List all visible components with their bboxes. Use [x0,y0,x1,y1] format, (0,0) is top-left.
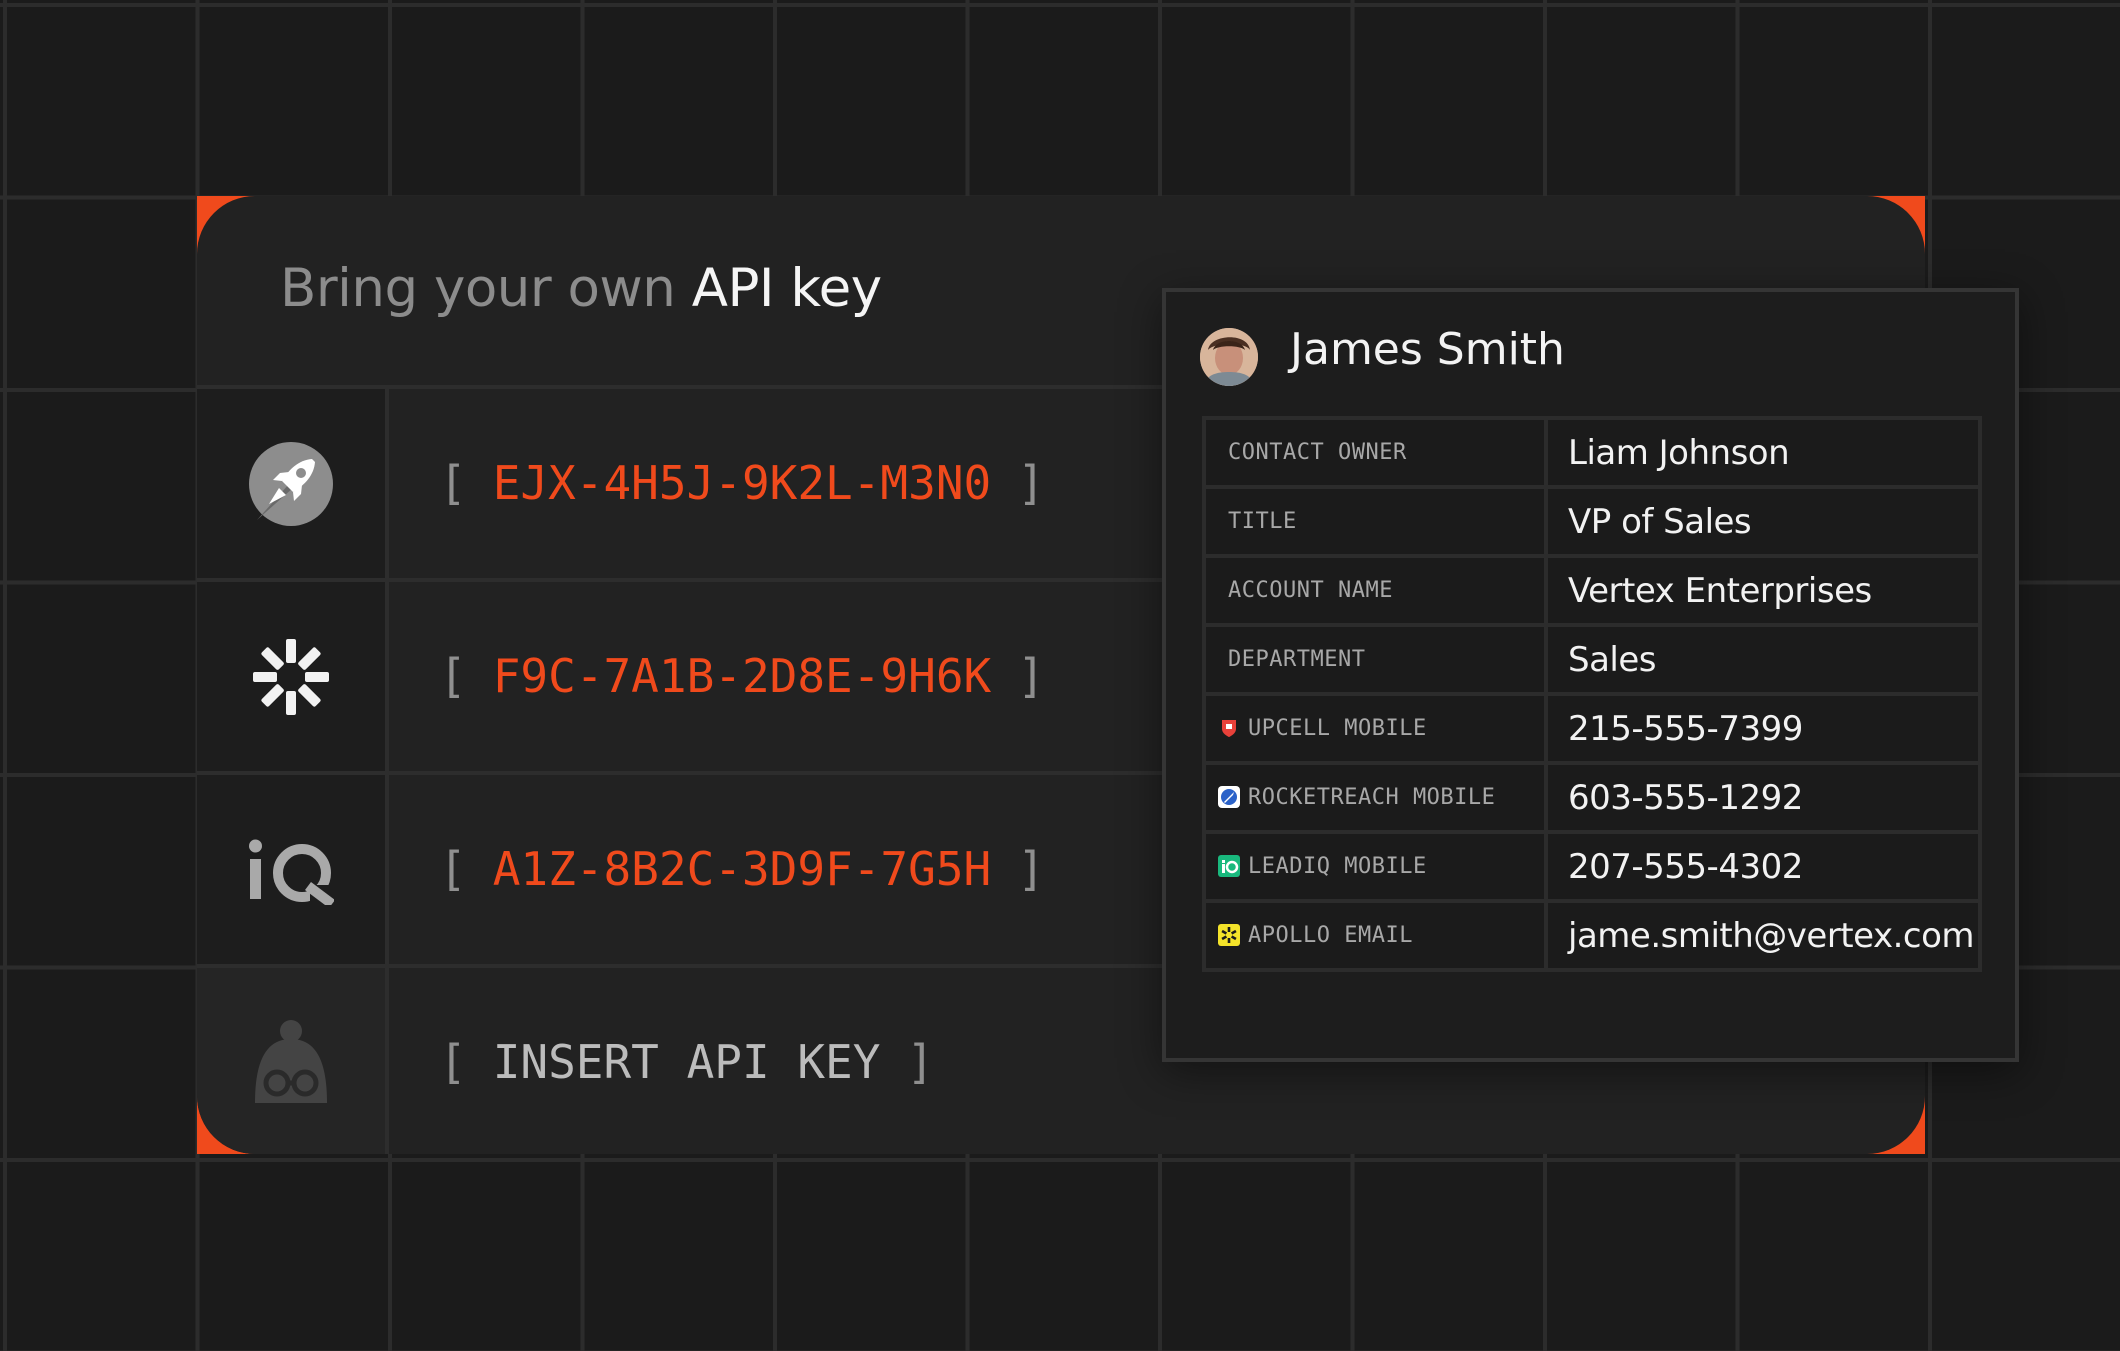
field-value[interactable]: Vertex Enterprises [1544,554,1982,627]
contact-name: James Smith [1290,324,1565,375]
field-value[interactable]: 603-555-1292 [1544,761,1982,834]
api-key-text[interactable]: [ EJX-4H5J-9K2L-M3N0] [439,389,1045,578]
bracket-close: ] [1017,842,1045,896]
bracket-open: [ [439,456,467,510]
title-prefix: Bring your own [280,258,692,319]
table-row: TITLE VP of Sales [1202,485,1982,558]
field-label-cell: LEADIQ MOBILE [1202,830,1548,903]
table-row: UPCELL MOBILE 215-555-7399 [1202,692,1982,765]
api-key-input[interactable]: [ INSERT API KEY] [439,968,934,1154]
provider-icon-cell [197,775,389,964]
table-row: CONTACT OWNER Liam Johnson [1202,416,1982,489]
field-value[interactable]: Sales [1544,623,1982,696]
field-label: LEADIQ MOBILE [1248,854,1427,879]
bracket-close: ] [1017,456,1045,510]
api-key-value[interactable]: A1Z-8B2C-3D9F-7G5H [493,842,992,896]
field-label: DEPARTMENT [1202,623,1548,696]
card-title: Bring your own API key [280,258,882,319]
bracket-close: ] [906,1035,935,1089]
leadiq-logo-icon [249,839,334,905]
table-row: APOLLO EMAIL jame.smith@vertex.com [1202,899,1982,972]
field-label: CONTACT OWNER [1202,416,1548,489]
rocket-icon [249,441,333,526]
table-row: LEADIQ MOBILE 207-555-4302 [1202,830,1982,903]
table-row: ROCKETREACH MOBILE 603-555-1292 [1202,761,1982,834]
upcell-icon [1218,717,1240,739]
bracket-open: [ [439,842,467,896]
table-row: ACCOUNT NAME Vertex Enterprises [1202,554,1982,627]
field-value[interactable]: 215-555-7399 [1544,692,1982,765]
field-label: ACCOUNT NAME [1202,554,1548,627]
bracket-open: [ [439,1035,467,1089]
provider-icon-cell [197,582,389,771]
field-value[interactable]: jame.smith@vertex.com [1544,899,1982,972]
field-value[interactable]: 207-555-4302 [1544,830,1982,903]
api-key-value[interactable]: F9C-7A1B-2D8E-9H6K [493,649,992,703]
person-glasses-icon [255,1019,327,1103]
field-label: TITLE [1202,485,1548,558]
field-value[interactable]: Liam Johnson [1544,416,1982,489]
field-label-cell: UPCELL MOBILE [1202,692,1548,765]
contact-card: James Smith CONTACT OWNER Liam Johnson T… [1162,288,2019,1062]
apollo-burst-icon [253,638,329,715]
avatar [1200,328,1258,386]
provider-icon-cell [197,389,389,578]
field-label-cell: APOLLO EMAIL [1202,899,1548,972]
rocketreach-icon [1218,786,1240,808]
api-key-text[interactable]: [ A1Z-8B2C-3D9F-7G5H] [439,775,1045,964]
field-label-cell: ROCKETREACH MOBILE [1202,761,1548,834]
table-row: DEPARTMENT Sales [1202,623,1982,696]
field-label: APOLLO EMAIL [1248,923,1413,948]
field-label: UPCELL MOBILE [1248,716,1427,741]
bracket-open: [ [439,649,467,703]
provider-icon-cell [197,968,389,1154]
api-key-placeholder[interactable]: INSERT API KEY [493,1035,881,1089]
title-emphasis: API key [691,258,882,319]
api-key-text[interactable]: [ F9C-7A1B-2D8E-9H6K] [439,582,1045,771]
bracket-close: ] [1017,649,1045,703]
field-label: ROCKETREACH MOBILE [1248,785,1496,810]
leadiq-icon [1218,855,1240,877]
api-key-value[interactable]: EJX-4H5J-9K2L-M3N0 [493,456,992,510]
field-value[interactable]: VP of Sales [1544,485,1982,558]
contact-details-table: CONTACT OWNER Liam Johnson TITLE VP of S… [1202,416,1982,972]
apollo-icon [1218,924,1240,946]
